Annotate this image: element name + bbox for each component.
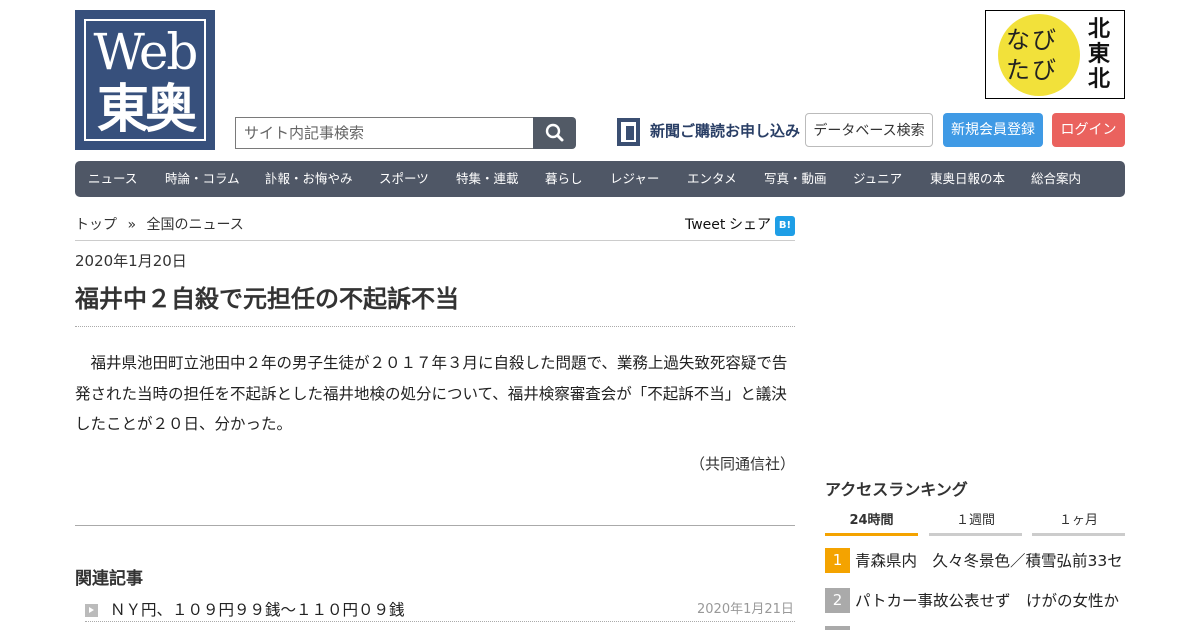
- ranking-item-title[interactable]: パトカー事故公表せず けがの女性か: [855, 589, 1125, 614]
- related-heading: 関連記事: [75, 569, 143, 589]
- breadcrumb-separator: »: [127, 217, 137, 233]
- article-body: 福井県池田町立池田中２年の男子生徒が２０１７年３月に自殺した問題で、業務上過失致…: [75, 354, 788, 433]
- related-item-title[interactable]: ＮＹ円、１０９円９９銭〜１１０円０９銭: [110, 599, 405, 621]
- navitabi-line1: なび: [1006, 26, 1058, 54]
- nav-features[interactable]: 特集・連載: [456, 161, 519, 197]
- ranking-tab-24h[interactable]: 24時間: [825, 511, 918, 536]
- nav-column[interactable]: 時論・コラム: [165, 161, 240, 197]
- search-icon: [545, 123, 564, 142]
- ranking-item-title[interactable]: 青森県内 久々冬景色／積雪弘前33センチ: [855, 549, 1125, 574]
- article-credit: （共同通信社）: [690, 455, 796, 473]
- ranking-number: 2: [825, 588, 850, 613]
- ranking-number: 1: [825, 548, 850, 573]
- logo-web-text: Web: [93, 23, 199, 81]
- chevron-right-icon: [85, 604, 98, 617]
- subscribe-link[interactable]: 新聞ご購読お申し込み: [650, 120, 800, 142]
- nav-sports[interactable]: スポーツ: [379, 161, 429, 197]
- ranking-tab-week[interactable]: １週間: [929, 511, 1022, 536]
- breadcrumb-home[interactable]: トップ: [75, 217, 117, 233]
- database-search-button[interactable]: データベース検索: [805, 113, 933, 147]
- nav-junior[interactable]: ジュニア: [853, 161, 902, 197]
- breadcrumb-current[interactable]: 全国のニュース: [146, 217, 243, 233]
- navitabi-line2: たび: [1006, 56, 1058, 84]
- nav-news[interactable]: ニュース: [88, 161, 137, 197]
- nav-photo-video[interactable]: 写真・動画: [764, 161, 827, 197]
- divider: [75, 525, 795, 526]
- nav-info[interactable]: 総合案内: [1031, 161, 1081, 197]
- divider: [75, 326, 795, 327]
- logo-frame: Web 東奥: [84, 19, 206, 141]
- logo-toou-text: 東奥: [96, 79, 197, 140]
- article-title: 福井中２自殺で元担任の不起訴不当: [75, 285, 459, 313]
- facebook-share-button[interactable]: シェア: [729, 215, 771, 235]
- ranking-tab-month[interactable]: １ヶ月: [1032, 511, 1125, 536]
- divider: [75, 240, 795, 241]
- ranking-number-partial: [825, 626, 850, 630]
- nav-leisure[interactable]: レジャー: [610, 161, 659, 197]
- nav-obituary[interactable]: 訃報・お悔やみ: [265, 161, 353, 197]
- navitabi-kitatohoku: 北東北: [1087, 17, 1110, 92]
- newspaper-icon[interactable]: [617, 118, 640, 146]
- hatena-bookmark-icon[interactable]: B!: [775, 216, 795, 236]
- article-date: 2020年1月20日: [75, 252, 187, 270]
- ranking-heading: アクセスランキング: [825, 480, 968, 499]
- login-button[interactable]: ログイン: [1052, 113, 1125, 147]
- main-nav: ニュース 時論・コラム 訃報・お悔やみ スポーツ 特集・連載 暮らし レジャー …: [75, 161, 1125, 197]
- search-input[interactable]: [235, 117, 535, 149]
- breadcrumb: トップ » 全国のニュース: [75, 215, 250, 235]
- search-button[interactable]: [533, 117, 576, 149]
- navitabi-banner[interactable]: なび たび 北東北: [985, 10, 1125, 99]
- register-button[interactable]: 新規会員登録: [943, 113, 1043, 147]
- related-item-date: 2020年1月21日: [697, 602, 794, 617]
- web-toou-logo[interactable]: Web 東奥: [75, 10, 215, 150]
- tweet-button[interactable]: Tweet: [685, 215, 725, 235]
- nav-books[interactable]: 東奥日報の本: [930, 161, 1005, 197]
- nav-entertainment[interactable]: エンタメ: [687, 161, 737, 197]
- divider: [85, 621, 795, 622]
- nav-living[interactable]: 暮らし: [545, 161, 583, 197]
